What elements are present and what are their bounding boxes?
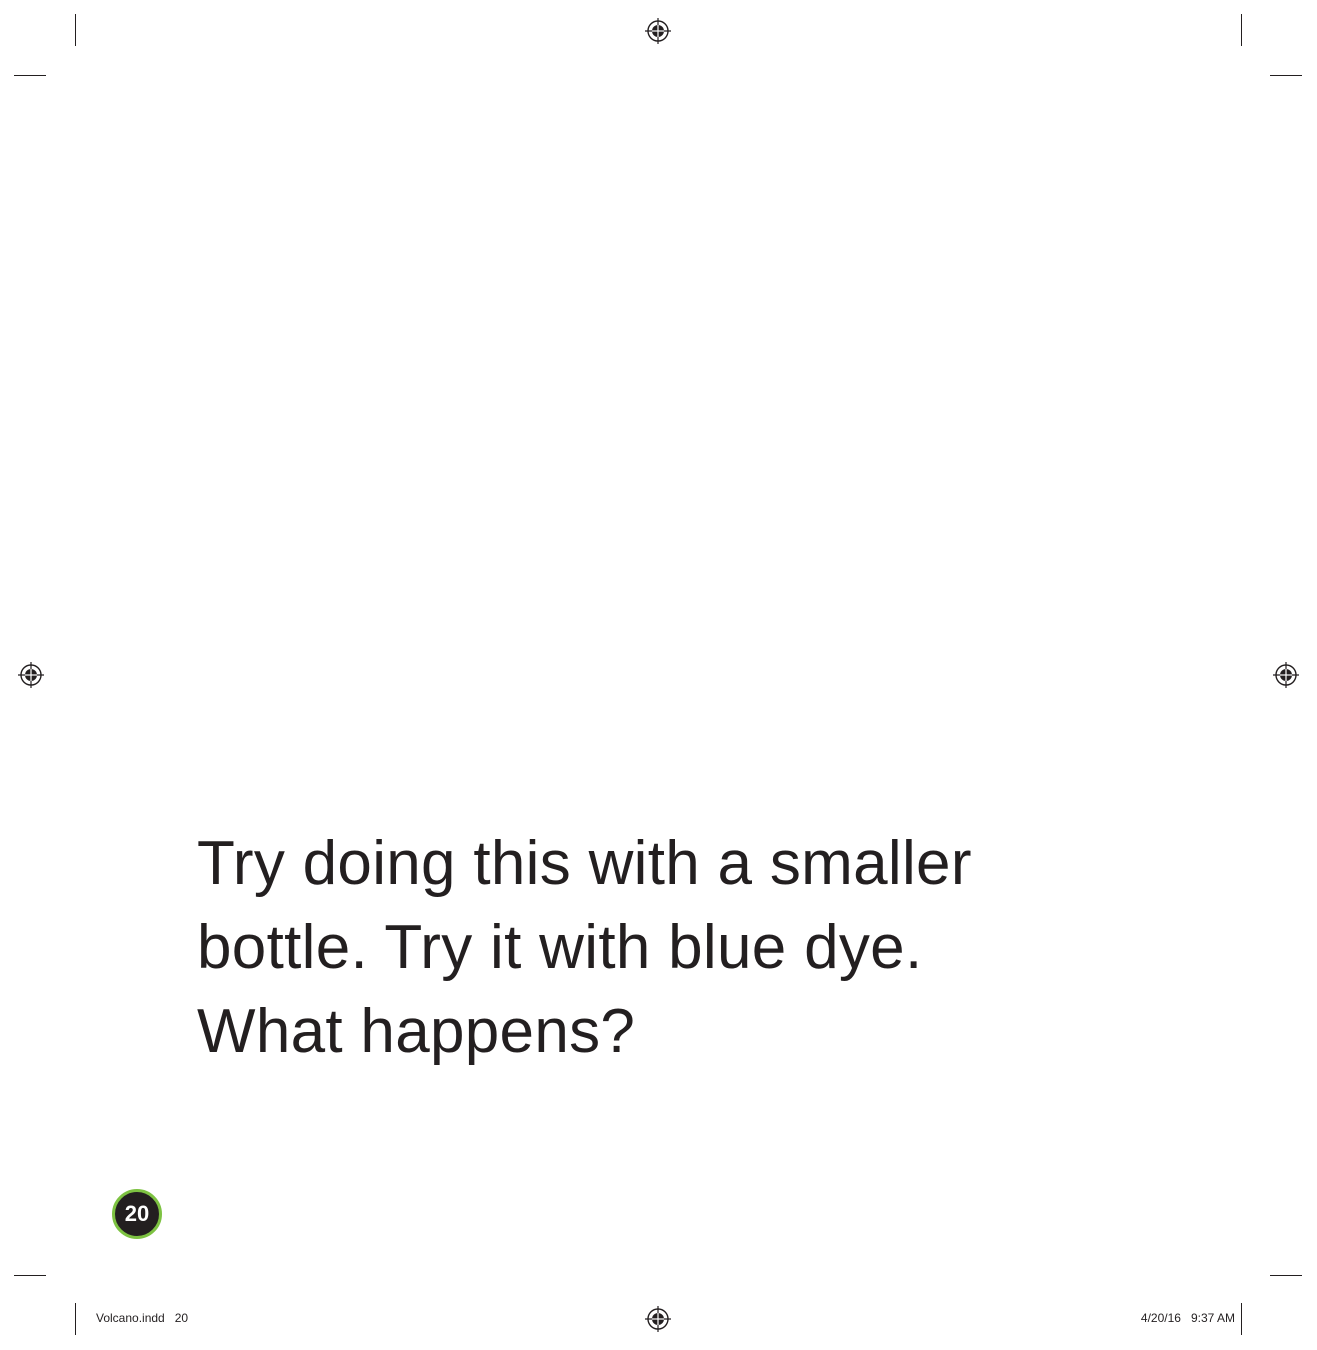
registration-mark-icon xyxy=(18,662,44,688)
registration-mark-icon xyxy=(1273,662,1299,688)
body-text-line: What happens? xyxy=(197,997,636,1066)
crop-mark-top-left-horizontal xyxy=(14,75,46,76)
page-number-badge: 20 xyxy=(112,1189,162,1239)
crop-mark-bottom-right-vertical xyxy=(1241,1303,1242,1335)
crop-mark-bottom-right-horizontal xyxy=(1270,1275,1302,1276)
crop-mark-top-right-horizontal xyxy=(1270,75,1302,76)
body-text: Try doing this with a smaller bottle. Tr… xyxy=(197,822,1097,1074)
slug-timestamp: 4/20/16 9:37 AM xyxy=(1140,1311,1235,1325)
page-number: 20 xyxy=(124,1201,150,1226)
crop-mark-bottom-left-horizontal xyxy=(14,1275,46,1276)
body-text-line: Try doing this with a smaller xyxy=(197,829,972,898)
crop-mark-top-right-vertical xyxy=(1241,14,1242,46)
crop-mark-top-left-vertical xyxy=(75,14,76,46)
slug-file-info: Volcano.indd 20 xyxy=(96,1311,189,1325)
registration-mark-icon xyxy=(645,1306,671,1332)
body-text-line: bottle. Try it with blue dye. xyxy=(197,913,923,982)
crop-mark-bottom-left-vertical xyxy=(75,1303,76,1335)
registration-mark-icon xyxy=(645,18,671,44)
